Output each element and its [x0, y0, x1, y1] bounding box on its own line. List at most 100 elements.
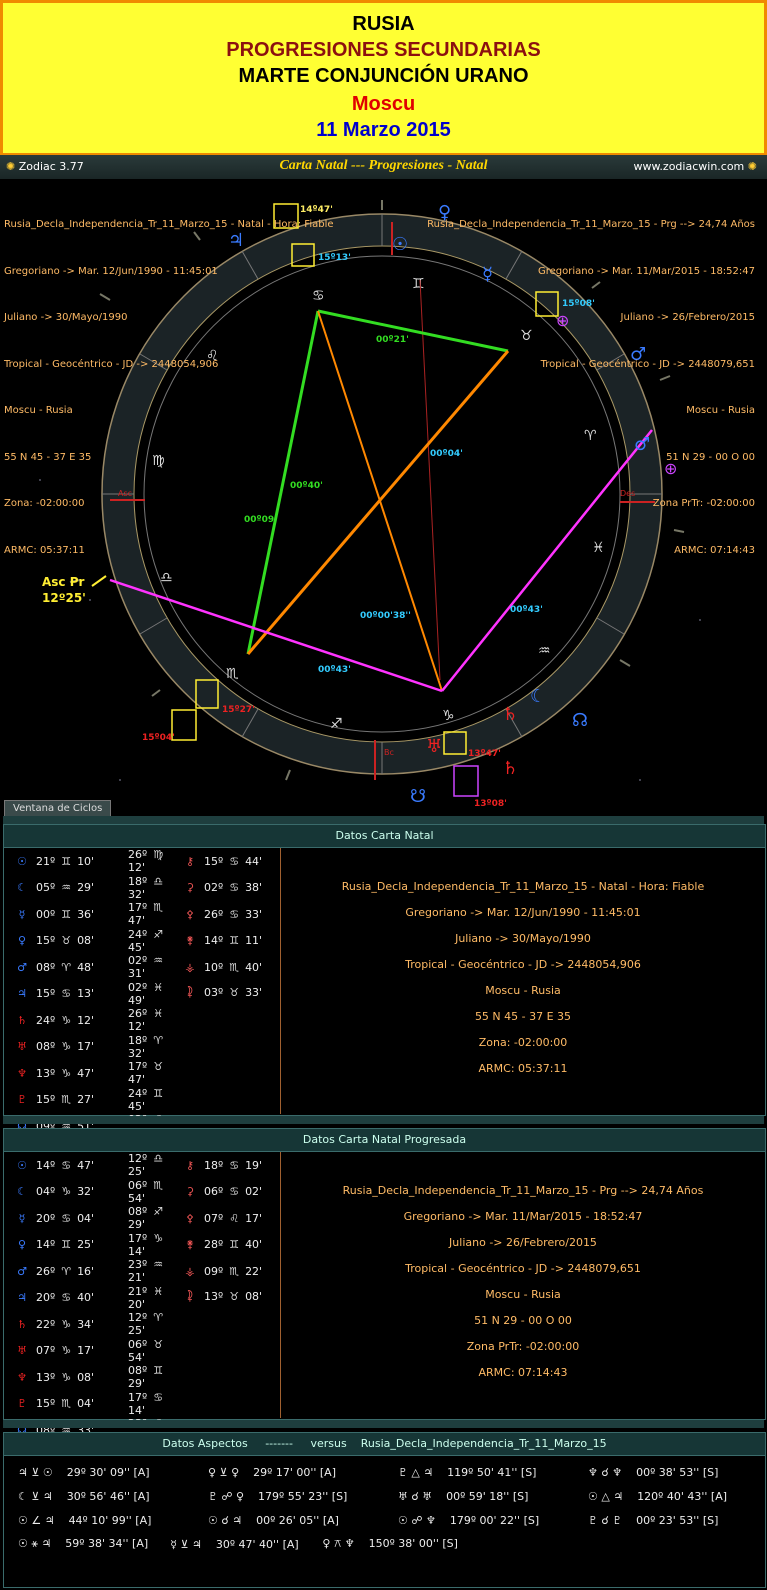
position-value: 33'	[245, 986, 263, 1000]
sign-glyph-icon: ♈	[153, 1311, 164, 1325]
planet-degree-6: 13º47'	[468, 749, 501, 759]
prog-info-item: Zona PrTr: -02:00:00	[466, 1340, 580, 1353]
planet-glyph-icon: ⚵	[185, 1238, 195, 1252]
sign-glyph-icon: ♋	[229, 907, 240, 921]
prog-planet-table: ☉ 14º ♋ 47' 12º ♎25' ⚷ 18º ♋ 19' ☾ 04º ♑ 32' 06º ♏54' ⚳ 0…	[4, 1152, 281, 1470]
planet-degree-4: 15º27'	[222, 705, 255, 715]
prog-data-panel: Datos Carta Natal Progresada ☉ 14º ♋ 47' 12º…	[3, 1128, 766, 1470]
planet-position-cell: ⯝ 13º ♉ 08'	[182, 1288, 272, 1307]
planet-position-cell: ♃ 15º ♋ 13'	[4, 987, 104, 1000]
position-value: 16'	[77, 1264, 95, 1278]
position-value: 15º	[36, 987, 56, 1001]
planet-degree-7: 13º08'	[474, 799, 507, 809]
planet-position-cell: 02º ♓ 49'	[104, 981, 182, 1007]
svg-text:♐: ♐	[330, 716, 343, 732]
separator	[3, 1116, 764, 1124]
planet-position-cell: 26º ♓ 12'	[104, 1007, 182, 1033]
planet-position-cell: ♇ 15º ♏ 27'	[4, 1093, 104, 1106]
sun-icon: ☉	[392, 234, 408, 255]
natal-info-line: ARMC: 05:37:11	[4, 544, 85, 556]
aspects-table: ♃ ⊻ ☉ 29º 30' 09'' [A] ♀ ⊻ ♀ 29º 17' 00''…	[4, 1456, 765, 1556]
position-value: 08'	[245, 1290, 263, 1304]
planet-glyph-icon: ☉	[17, 1158, 27, 1172]
planet-glyph-icon: ♂	[17, 1264, 27, 1278]
sign-glyph-icon: ♒	[153, 1258, 164, 1272]
aspect-label-6: 00º43'	[510, 605, 543, 615]
natal-info-item: Zona: -02:00:00	[478, 1036, 568, 1049]
planet-glyph-icon: ⚵	[185, 934, 195, 948]
position-value: 14º	[204, 934, 224, 948]
aspect-cell: ♆ ☌ ♆ 00º 38' 53'' [S]	[588, 1465, 719, 1479]
sign-glyph-icon: ♓	[153, 1007, 164, 1021]
sign-glyph-icon: ♐	[153, 927, 164, 941]
planet-position-cell: ☉ 21º ♊ 10'	[4, 855, 104, 868]
astro-chart[interactable]: ♊ ♋ ♌ ♍ ♎ ♏ ♐ ♑ ♒ ♓ ♈ ♉ Asc Des Bc 00º21' 00º04'…	[0, 180, 767, 820]
uranus-icon: ♅	[426, 736, 442, 757]
planet-position-cell: 18º ♎ 32'	[104, 875, 182, 901]
position-value: 12'	[128, 861, 146, 875]
planet-position-cell: 21º ♓ 20'	[104, 1285, 182, 1311]
website-link[interactable]: www.zodiacwin.com ✺	[633, 160, 757, 173]
planet-position-cell: ⚳ 02º ♋ 38'	[182, 881, 272, 894]
position-value: 07º	[204, 1211, 224, 1225]
position-value: 05º	[36, 881, 56, 895]
aspect-row: ☾ ⊻ ♃ 30º 56' 46'' [A] ♇ ☍ ♀ 179º 55' 23'…	[4, 1484, 765, 1508]
sign-glyph-icon: ♉	[61, 934, 72, 948]
moon-icon: ☾	[530, 686, 546, 707]
position-value: 04'	[77, 1211, 95, 1225]
planet-position-cell: ⚶ 10º ♏ 40'	[182, 961, 272, 974]
saturn-icon: ♄	[502, 704, 518, 725]
planet-position-cell: ☉ 14º ♋ 47'	[4, 1159, 104, 1172]
position-value: 17'	[77, 1344, 95, 1358]
sign-glyph-icon: ♏	[61, 1093, 72, 1107]
planet-glyph-icon: ♇	[17, 1397, 27, 1411]
position-value: 14'	[128, 1244, 146, 1258]
planet-position-cell: ⚷ 15º ♋ 44'	[182, 855, 272, 868]
prog-info-item: Rusia_Decla_Independencia_Tr_11_Marzo_15…	[342, 1184, 704, 1197]
planet-position-cell: ⚷ 18º ♋ 19'	[182, 1159, 272, 1172]
planet-position-cell: ♆ 13º ♑ 47'	[4, 1067, 104, 1080]
planet-glyph-icon: ♆	[17, 1370, 27, 1384]
aspects-panel-title: Datos Aspectos ------- versus Rusia_Decl…	[4, 1433, 765, 1456]
sign-glyph-icon: ♏	[61, 1397, 72, 1411]
app-icon-right: ✺	[747, 160, 757, 173]
sign-glyph-icon: ♑	[153, 1231, 164, 1245]
planet-position-cell: ♀ 15º ♉ 08'	[4, 934, 104, 947]
sign-glyph-icon: ♑	[61, 1066, 72, 1080]
sign-glyph-icon: ♋	[61, 1211, 72, 1225]
position-value: 14'	[128, 1403, 146, 1417]
position-value: 17'	[77, 1040, 95, 1054]
sign-glyph-icon: ♉	[153, 1337, 164, 1351]
natal-info-item: Gregoriano -> Mar. 12/Jun/1990 - 11:45:0…	[405, 906, 641, 919]
planet-glyph-icon: ♆	[17, 1066, 27, 1080]
position-value: 15º	[36, 934, 56, 948]
position-value: 54'	[128, 1191, 146, 1205]
position-value: 26º	[36, 1264, 56, 1278]
prog-info-block: Rusia_Decla_Independencia_Tr_11_Marzo_15…	[281, 1152, 765, 1386]
position-value: 26º	[204, 907, 224, 921]
sign-glyph-icon: ♋	[153, 1390, 164, 1404]
aspect-cell: ☾ ⊻ ♃ 30º 56' 46'' [A]	[18, 1489, 150, 1503]
prog-info-line: Zona PrTr: -02:00:00	[652, 498, 755, 509]
sign-glyph-icon: ♎	[153, 874, 164, 888]
sign-glyph-icon: ♊	[153, 1086, 164, 1100]
prog-info-line: ARMC: 07:14:43	[674, 544, 755, 556]
planet-position-cell: 23º ♒ 21'	[104, 1258, 182, 1284]
position-value: 18º	[128, 1033, 148, 1047]
planet-position-cell: 08º ♊ 29'	[104, 1364, 182, 1390]
natal-info-line: 55 N 45 - 37 E 35	[4, 451, 92, 463]
sign-glyph-icon: ♉	[153, 1060, 164, 1074]
natal-info-line: Rusia_Decla_Independencia_Tr_11_Marzo_15…	[4, 219, 334, 230]
planet-row: ☿ 20º ♋ 04' 08º ♐ 29' ⚴ 07º ♌ 17'	[4, 1205, 280, 1232]
planet-position-cell: 24º ♊ 45'	[104, 1087, 182, 1113]
natal-info-item: Tropical - Geocéntrico - JD -> 2448054,9…	[405, 958, 641, 971]
planet-position-cell: ♃ 20º ♋ 40'	[4, 1291, 104, 1304]
position-value: 47'	[77, 1158, 95, 1172]
sign-glyph-icon: ♋	[61, 1291, 72, 1305]
position-value: 25'	[128, 1165, 146, 1179]
aspect-cell: ☉ ⚹ ♃ 59º 38' 34'' [A]	[18, 1537, 149, 1550]
position-value: 47'	[77, 1066, 95, 1080]
position-value: 00º	[36, 907, 56, 921]
ciclos-window-button[interactable]: Ventana de Ciclos	[4, 800, 112, 817]
position-value: 49'	[128, 993, 146, 1007]
